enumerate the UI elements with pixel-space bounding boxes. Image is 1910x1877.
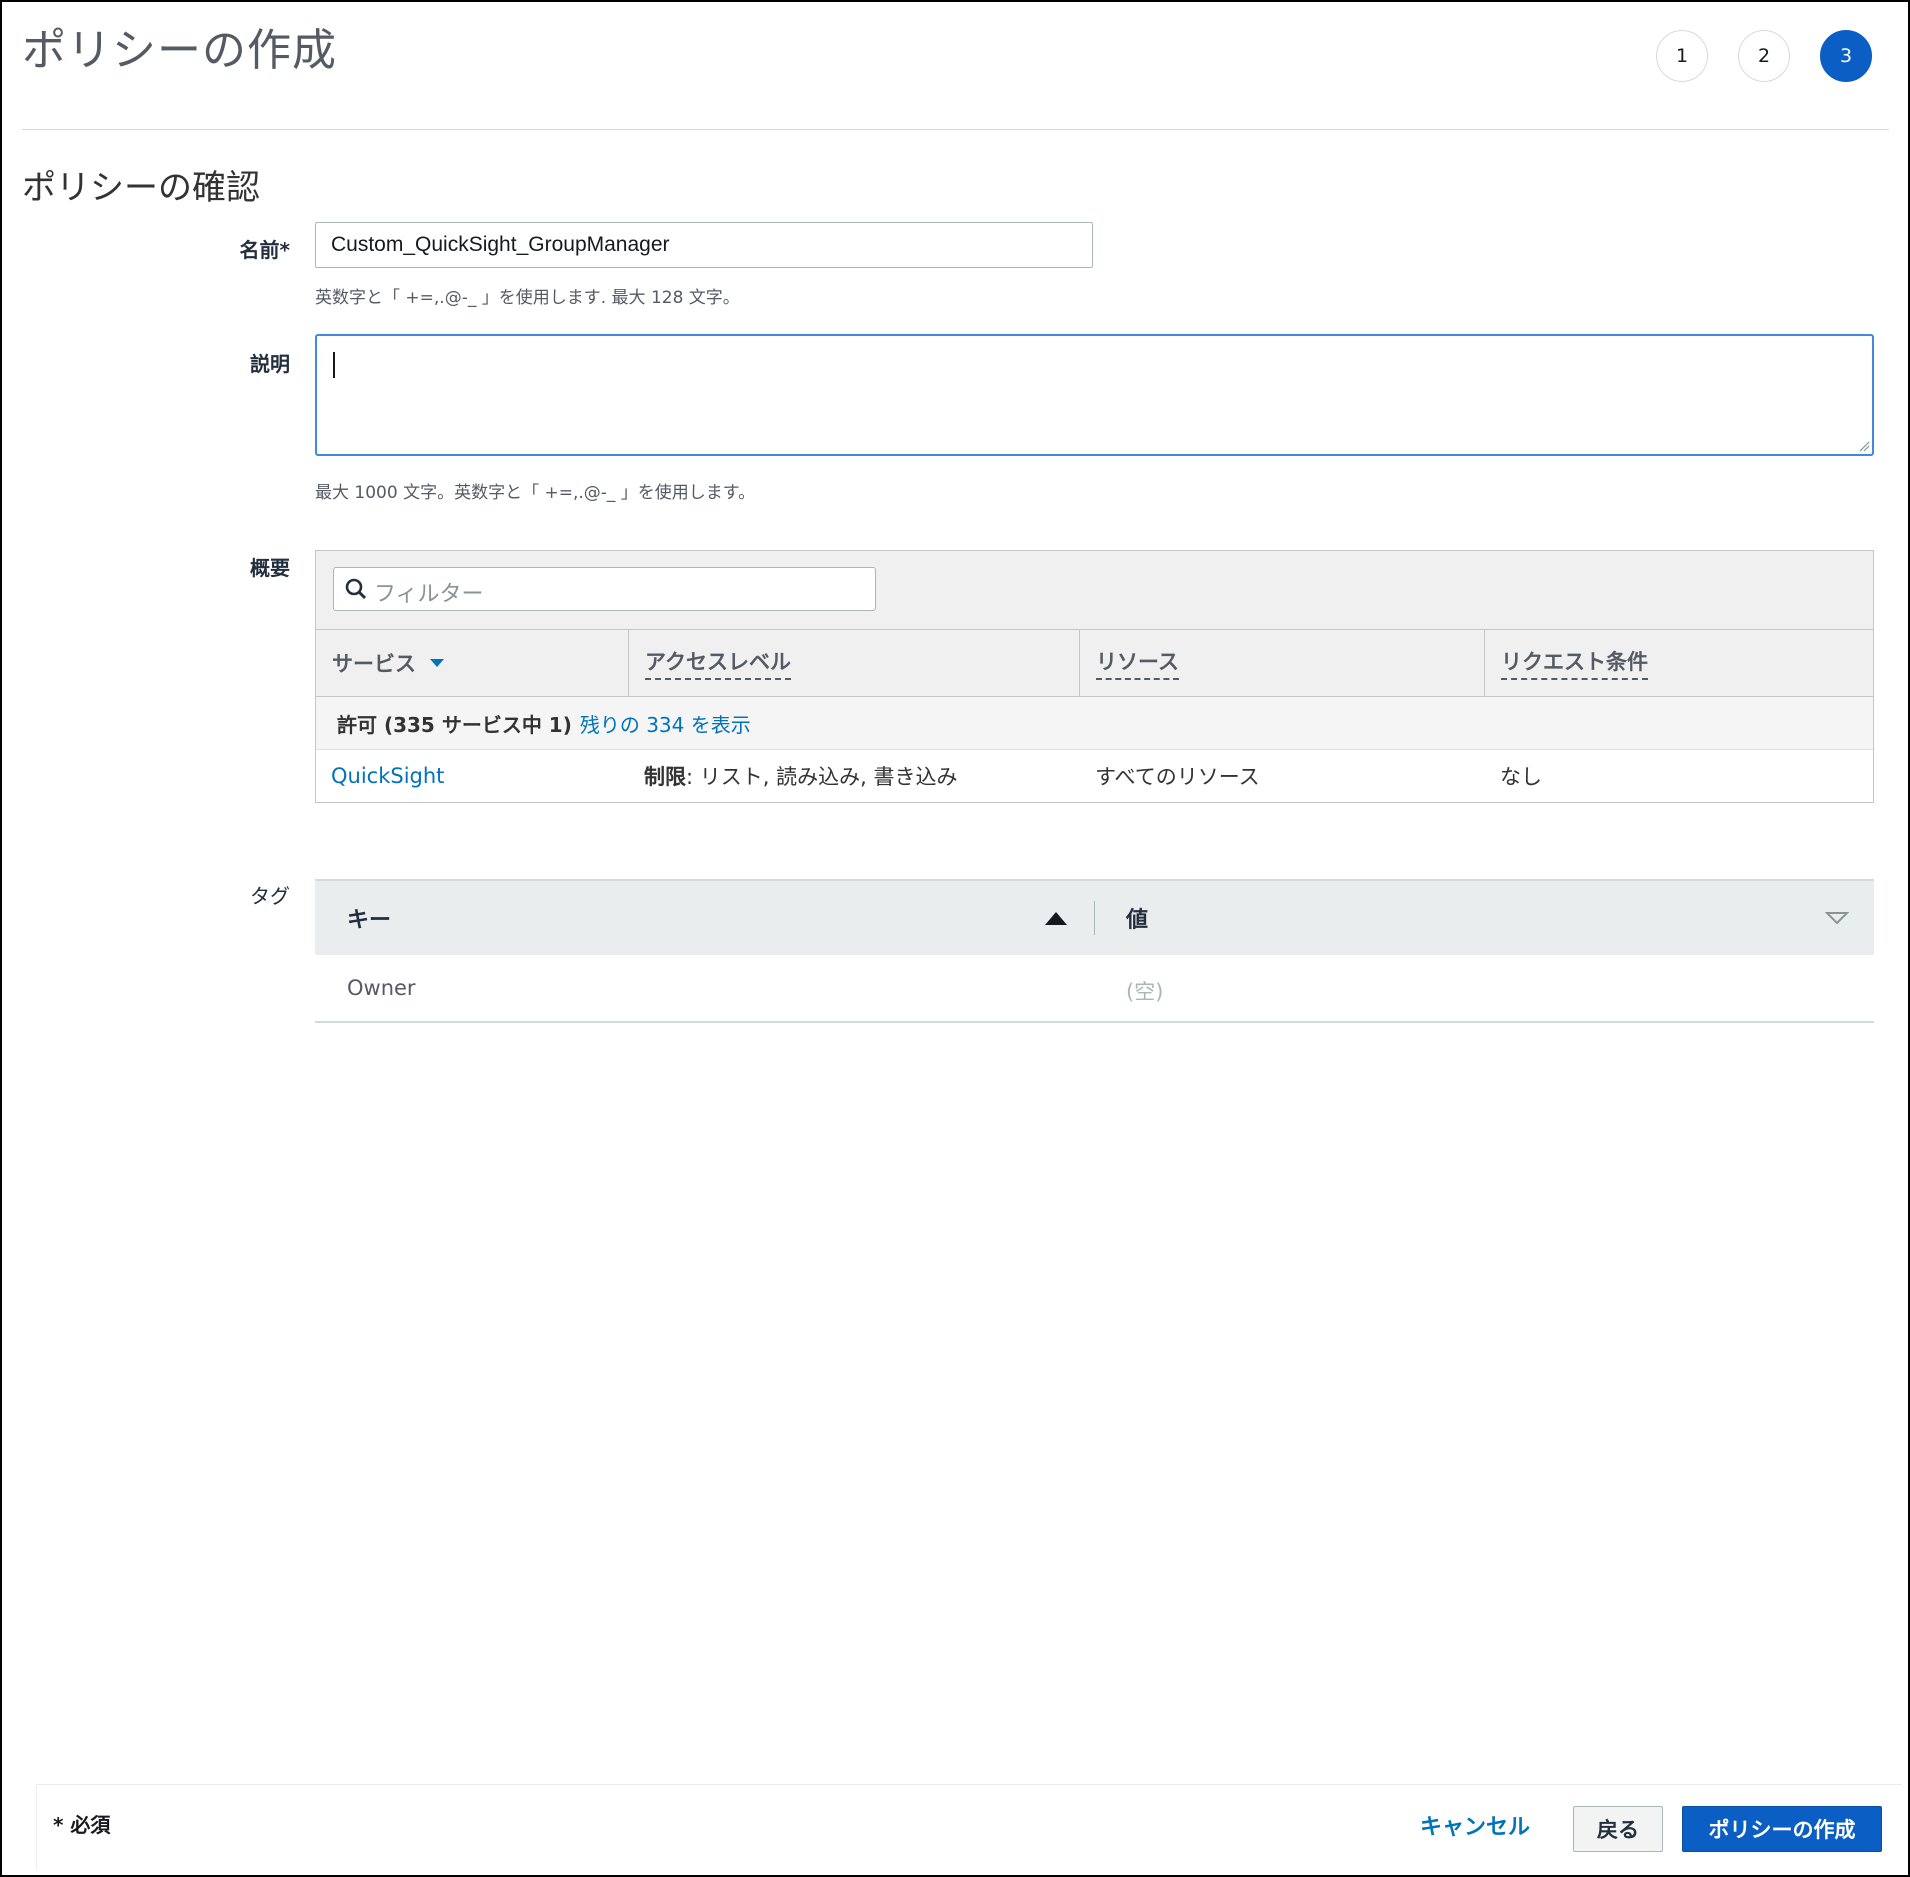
sort-ascending-icon[interactable] (1045, 912, 1067, 925)
footer-bar: * 必須 キャンセル 戻る ポリシーの作成 (36, 1784, 1902, 1870)
column-access-level-label: アクセスレベル (645, 646, 791, 680)
sort-outline-icon[interactable] (1825, 911, 1849, 925)
name-hint: 英数字と「 +=,.@-_ 」を使用します. 最大 128 文字。 (315, 288, 740, 308)
tags-table: キー 値 Owner (空) (315, 879, 1874, 1023)
name-label: 名前* (239, 238, 290, 262)
summary-label: 概要 (250, 556, 290, 580)
step-2[interactable]: 2 (1738, 30, 1790, 82)
summary-header-row: サービス アクセスレベル リソース リクエスト条件 (316, 630, 1873, 697)
description-hint: 最大 1000 文字。英数字と「 +=,.@-_ 」を使用します。 (315, 483, 756, 503)
back-button[interactable]: 戻る (1573, 1806, 1663, 1852)
table-row: QuickSight 制限: リスト, 読み込み, 書き込み すべてのリソース … (316, 750, 1873, 802)
allow-group-row: 許可 (335 サービス中 1) 残りの 334 を表示 (316, 697, 1873, 750)
required-note: * 必須 (53, 1813, 111, 1837)
step-3-active: 3 (1820, 30, 1872, 82)
filter-placeholder: フィルター (374, 582, 484, 607)
create-policy-button[interactable]: ポリシーの作成 (1682, 1806, 1882, 1852)
column-service[interactable]: サービス (316, 630, 629, 696)
table-row: Owner (空) (315, 955, 1874, 1023)
cancel-button[interactable]: キャンセル (1420, 1805, 1530, 1851)
column-key[interactable]: キー (347, 902, 391, 934)
column-resource-label: リソース (1096, 646, 1179, 680)
tag-key: Owner (347, 976, 416, 1000)
request-condition-value: なし (1500, 765, 1542, 789)
name-field[interactable]: Custom_QuickSight_GroupManager (315, 222, 1093, 268)
column-request-condition[interactable]: リクエスト条件 (1485, 630, 1873, 696)
tags-label: タグ (250, 884, 290, 908)
show-remaining-link[interactable]: 残りの 334 を表示 (580, 709, 751, 738)
search-icon (345, 578, 367, 600)
column-access-level[interactable]: アクセスレベル (629, 630, 1080, 696)
step-1[interactable]: 1 (1656, 30, 1708, 82)
summary-table: フィルター サービス アクセスレベル リソース リクエスト条件 許可 (335 … (315, 550, 1874, 803)
column-value[interactable]: 値 (1126, 902, 1148, 934)
resource-value: すべてのリソース (1095, 765, 1260, 789)
resize-handle-icon[interactable] (1858, 440, 1870, 452)
column-resource[interactable]: リソース (1080, 630, 1485, 696)
description-label: 説明 (250, 352, 290, 376)
summary-toolbar: フィルター (316, 551, 1873, 630)
column-request-condition-label: リクエスト条件 (1501, 646, 1648, 680)
description-textarea[interactable] (315, 334, 1874, 456)
access-level-prefix: 制限 (644, 765, 686, 789)
sort-descending-icon (430, 659, 444, 667)
access-level-value: : リスト, 読み込み, 書き込み (686, 765, 958, 789)
filter-input[interactable]: フィルター (333, 567, 876, 611)
header-divider (22, 129, 1889, 130)
text-caret (333, 352, 335, 378)
page-title: ポリシーの作成 (22, 25, 337, 76)
service-link-quicksight[interactable]: QuickSight (331, 764, 444, 788)
tag-value: (空) (1126, 980, 1164, 1004)
column-service-label: サービス (332, 652, 416, 676)
tags-header-row: キー 値 (315, 879, 1874, 955)
section-title: ポリシーの確認 (22, 168, 260, 208)
column-separator (1094, 901, 1095, 935)
allow-group-label: 許可 (335 サービス中 1) (337, 712, 572, 737)
